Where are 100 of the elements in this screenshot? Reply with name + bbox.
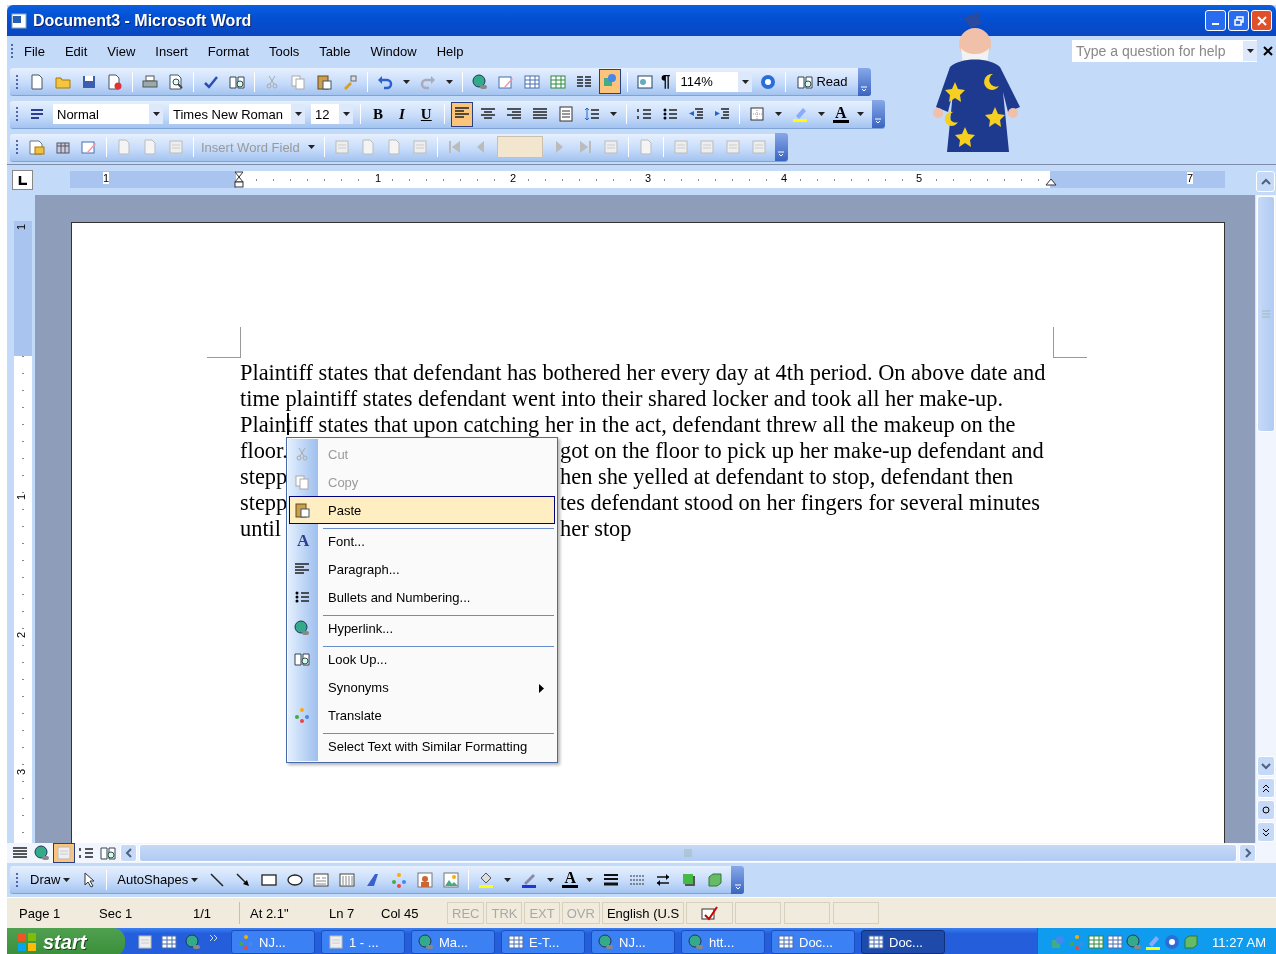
caret-icon[interactable] <box>191 877 199 882</box>
print-icon[interactable] <box>142 73 158 90</box>
tray-icon[interactable] <box>1126 934 1143 950</box>
font-size-dropdown[interactable]: 12 <box>311 104 353 124</box>
globe-icon[interactable] <box>688 934 704 950</box>
menu-item[interactable]: Window <box>360 41 427 61</box>
spreadsheet-icon[interactable] <box>550 73 566 90</box>
toolbar-options-button[interactable] <box>871 100 885 128</box>
caret-icon[interactable] <box>609 112 617 116</box>
caret-icon[interactable] <box>403 79 410 84</box>
caret-icon[interactable] <box>63 877 71 882</box>
scroll-down-button[interactable] <box>1257 756 1275 776</box>
caret-icon[interactable] <box>504 877 512 882</box>
menu-item[interactable]: Edit <box>54 41 98 61</box>
taskbar-button[interactable]: Doc... <box>771 930 855 954</box>
taskbar-button[interactable]: 1 - ... <box>321 930 405 954</box>
clip-art-icon[interactable] <box>417 871 434 888</box>
start-button[interactable]: start <box>7 928 125 954</box>
caret-icon[interactable] <box>342 112 350 116</box>
tray-icon[interactable] <box>1164 934 1181 950</box>
right-indent-marker-icon[interactable] <box>1045 176 1057 186</box>
line-spacing-icon[interactable] <box>583 106 600 122</box>
oval-icon[interactable] <box>287 871 304 888</box>
edit-icon[interactable] <box>81 139 97 155</box>
3d-style-icon[interactable] <box>707 871 724 888</box>
caret-icon[interactable] <box>1246 49 1254 53</box>
grip-handle[interactable] <box>10 42 14 60</box>
diagram-icon[interactable] <box>391 871 408 888</box>
grip-handle[interactable] <box>15 72 19 91</box>
line-icon[interactable] <box>209 871 226 888</box>
record-field[interactable] <box>496 136 543 158</box>
arrow-icon[interactable] <box>235 871 252 888</box>
save-icon[interactable] <box>81 73 97 90</box>
distributed-icon[interactable] <box>557 106 574 122</box>
book-icon[interactable] <box>797 73 814 90</box>
drawing-toggle-button[interactable] <box>600 70 620 93</box>
minimize-button[interactable] <box>1205 10 1226 31</box>
research-icon[interactable] <box>229 73 245 90</box>
menu-item[interactable]: File <box>14 41 55 61</box>
menu-item[interactable]: Paragraph... <box>289 555 555 583</box>
underline-button[interactable]: U <box>415 105 437 123</box>
toolbar-options-button[interactable] <box>774 133 788 161</box>
menu-item[interactable]: Translate <box>289 701 555 729</box>
caret-icon[interactable] <box>152 112 160 116</box>
tray-icon[interactable] <box>1145 934 1162 950</box>
show-marks-button[interactable]: ¶ <box>661 71 671 92</box>
caret-icon[interactable] <box>741 79 749 84</box>
globe-icon[interactable] <box>598 934 614 950</box>
menu-item[interactable]: Insert <box>145 41 198 61</box>
fill-color-icon[interactable] <box>478 871 495 888</box>
restore-button[interactable] <box>1228 10 1249 31</box>
menu-item[interactable]: Tools <box>259 41 310 61</box>
tab-stop-icon[interactable] <box>17 175 28 185</box>
print-preview-icon[interactable] <box>168 73 184 90</box>
taskbar-button[interactable]: NJ... <box>591 930 675 954</box>
tray-icon[interactable] <box>1107 934 1124 950</box>
font-dropdown[interactable]: Times New Roman <box>169 104 305 124</box>
font-color-button[interactable]: A <box>562 871 579 888</box>
grip-handle[interactable] <box>15 105 19 123</box>
menu-item[interactable]: Synonyms <box>289 673 555 701</box>
page-icon[interactable] <box>328 934 344 950</box>
table-icon[interactable] <box>868 934 884 950</box>
zoom-field[interactable]: 114% <box>676 71 753 92</box>
chevron-icon[interactable] <box>209 934 219 942</box>
bold-button[interactable]: B <box>368 105 388 123</box>
table-icon[interactable] <box>778 934 794 950</box>
caret-icon[interactable] <box>547 877 555 882</box>
caret-icon[interactable] <box>856 112 864 116</box>
menu-item[interactable]: Help <box>426 41 474 61</box>
caret-icon[interactable] <box>307 145 315 149</box>
border-icon[interactable] <box>748 106 765 122</box>
caret-icon[interactable] <box>446 79 453 84</box>
caret-icon[interactable] <box>817 112 825 116</box>
scroll-left-button[interactable] <box>120 844 137 862</box>
tray-icon[interactable] <box>1088 934 1105 950</box>
double-up-arrow-icon[interactable] <box>1262 783 1270 793</box>
globe-icon[interactable] <box>418 934 434 950</box>
help-search-field[interactable]: Type a question for help <box>1072 40 1257 62</box>
next-page-button[interactable] <box>1257 822 1275 842</box>
scroll-thumb[interactable] <box>1257 196 1275 432</box>
menu-item[interactable]: Table <box>309 41 361 61</box>
styles-icon[interactable] <box>29 106 45 122</box>
arrow-style-icon[interactable] <box>655 871 672 888</box>
toolbar-options-button[interactable] <box>731 865 745 894</box>
taskbar-button[interactable]: E-T... <box>501 930 585 954</box>
font-color-button[interactable]: A <box>832 105 849 123</box>
menu-item[interactable]: Format <box>197 41 259 61</box>
table-pencil-icon[interactable] <box>498 73 514 90</box>
style-dropdown[interactable]: Normal <box>53 104 163 124</box>
previous-page-button[interactable] <box>1257 778 1275 798</box>
taskbar-button[interactable]: Doc... <box>861 930 945 954</box>
line-style-icon[interactable] <box>603 871 620 888</box>
close-button[interactable] <box>1251 10 1272 31</box>
picture-icon[interactable] <box>443 871 460 888</box>
italic-button[interactable]: I <box>394 105 410 123</box>
taskbar-button[interactable]: NJ... <box>231 930 315 954</box>
align-left-icon[interactable] <box>453 104 470 121</box>
hyperlink-icon[interactable] <box>472 73 488 90</box>
help-icon[interactable] <box>760 73 777 90</box>
browser-icon[interactable] <box>185 934 201 950</box>
